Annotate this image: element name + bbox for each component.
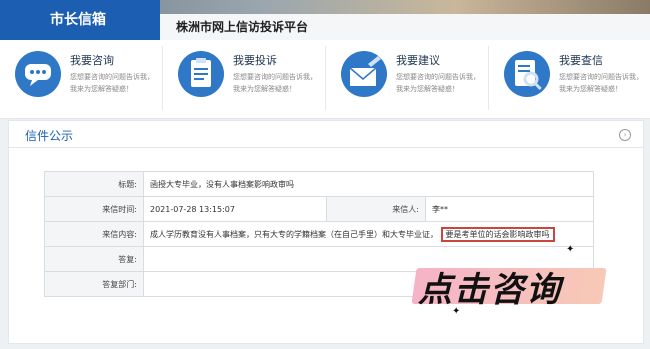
sparkle-icon: ✦ <box>452 306 461 317</box>
table-row: 来信内容: 成人学历教育没有人事档案，只有大专的学籍档案（在自己手里）和大专毕业… <box>44 221 594 247</box>
content-highlight: 要是考单位的话会影响政审吗 <box>440 226 555 242</box>
service-desc: 您想要咨询的问题告诉我，我来为您解答疑惑！ <box>396 73 480 93</box>
tab-mayor-mailbox[interactable]: 市长信箱 <box>0 0 160 40</box>
panel-title: 信件公示 <box>25 129 74 143</box>
consult-cta-overlay[interactable]: 点击咨询 <box>410 258 610 310</box>
service-title: 我要咨询 <box>70 54 114 67</box>
subject-label: 标题: <box>44 171 144 197</box>
content-text: 成人学历教育没有人事档案，只有大专的学籍档案（在自己手里）和大专毕业证， <box>150 229 438 239</box>
time-label: 来信时间: <box>44 196 144 222</box>
platform-title: 株洲市网上信访投诉平台 <box>176 20 309 34</box>
platform-title-bar: 株洲市网上信访投诉平台 <box>160 14 650 40</box>
service-suggest[interactable]: 我要建议 您想要咨询的问题告诉我，我来为您解答疑惑！ <box>326 40 488 118</box>
chat-bubble-icon <box>15 51 61 97</box>
cta-text: 点击咨询 <box>418 270 562 310</box>
panel-divider <box>9 147 643 148</box>
service-desc: 您想要咨询的问题告诉我，我来为您解答疑惑！ <box>70 73 154 93</box>
dept-label: 答复部门: <box>44 271 144 297</box>
sender-value: 李** <box>425 196 594 222</box>
sender-label: 来信人: <box>326 196 426 222</box>
subject-value: 函授大专毕业，没有人事档案影响政审吗 <box>143 171 594 197</box>
service-desc: 您想要咨询的问题告诉我，我来为您解答疑惑！ <box>233 73 317 93</box>
content-value: 成人学历教育没有人事档案，只有大专的学籍档案（在自己手里）和大专毕业证， 要是考… <box>143 221 594 247</box>
service-complain[interactable]: 我要投诉 您想要咨询的问题告诉我，我来为您解答疑惑！ <box>163 40 325 118</box>
clipboard-icon <box>178 51 224 97</box>
tab-label: 市长信箱 <box>50 12 106 28</box>
envelope-pen-icon <box>341 51 387 97</box>
service-title: 我要投诉 <box>233 54 277 67</box>
service-title: 我要建议 <box>396 54 440 67</box>
reply-label: 答复: <box>44 246 144 272</box>
service-check[interactable]: 我要查信 您想要咨询的问题告诉我，我来为您解答疑惑！ <box>489 40 650 118</box>
service-title: 我要查信 <box>559 54 603 67</box>
service-desc: 您想要咨询的问题告诉我，我来为您解答疑惑！ <box>559 73 643 93</box>
time-value: 2021-07-28 13:15:07 <box>143 196 327 222</box>
service-consult[interactable]: 我要咨询 您想要咨询的问题告诉我，我来为您解答疑惑！ <box>0 40 162 118</box>
service-bar: 我要咨询 您想要咨询的问题告诉我，我来为您解答疑惑！ 我要投诉 您想要咨询的问题… <box>0 40 650 119</box>
search-document-icon <box>504 51 550 97</box>
chevron-right-icon[interactable]: › <box>619 129 631 141</box>
table-row: 来信时间: 2021-07-28 13:15:07 来信人: 李** <box>44 196 594 222</box>
sparkle-icon: ✦ <box>566 244 575 255</box>
content-label: 来信内容: <box>44 221 144 247</box>
table-row: 标题: 函授大专毕业，没有人事档案影响政审吗 <box>44 171 594 197</box>
